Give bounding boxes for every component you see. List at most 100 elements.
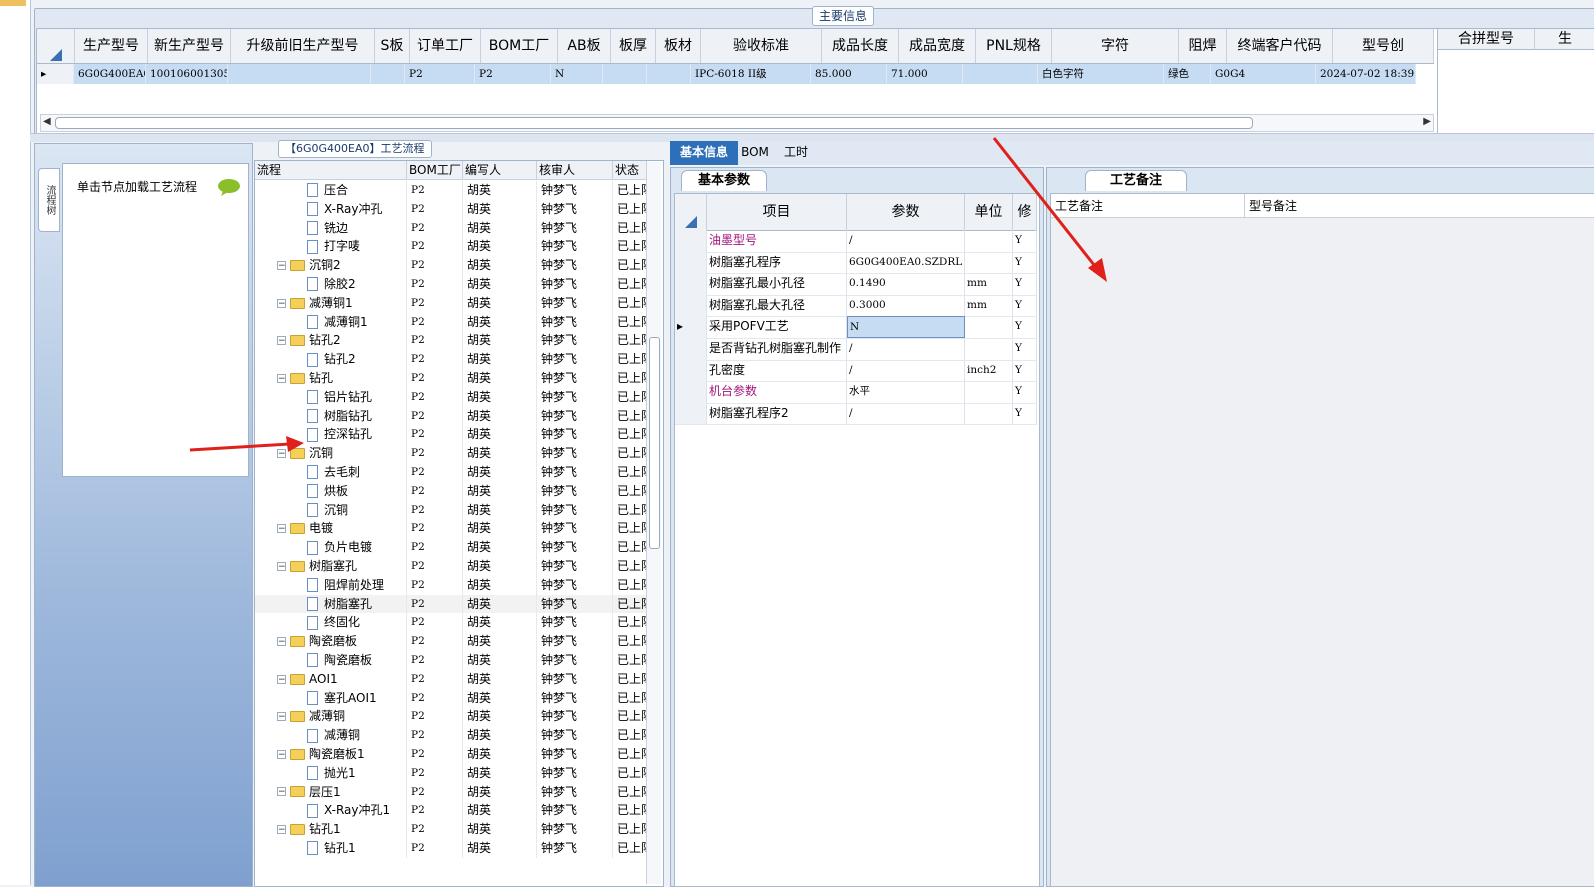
param-cell-value[interactable]: / bbox=[847, 230, 965, 252]
tree-node[interactable]: 烘板 bbox=[255, 481, 407, 501]
process-tree-vscrollbar[interactable] bbox=[646, 162, 661, 884]
tree-row[interactable]: 控深钻孔 P2胡英钟梦飞已上际 bbox=[255, 425, 647, 445]
tree-row[interactable]: −沉铜P2胡英钟梦飞已上际 bbox=[255, 444, 647, 463]
param-row[interactable]: 油墨型号 / Y bbox=[675, 230, 1037, 253]
param-row[interactable]: 树脂塞孔程序 6G0G400EA0.SZDRL Y bbox=[675, 251, 1037, 275]
main-info-cell-8[interactable] bbox=[647, 64, 691, 84]
scroll-left-icon[interactable]: ◀ bbox=[43, 116, 51, 127]
param-row[interactable]: 机台参数 水平 Y bbox=[675, 381, 1037, 404]
main-info-col-12[interactable]: PNL规格 bbox=[976, 29, 1052, 63]
row-selector[interactable] bbox=[675, 251, 707, 274]
param-row[interactable]: 孔密度 / inch2 Y bbox=[675, 359, 1037, 383]
tree-row[interactable]: − 层压1 P2胡英钟梦飞已上际 bbox=[255, 782, 647, 802]
tree-node[interactable]: − 钻孔1 bbox=[255, 820, 407, 839]
param-row[interactable]: 树脂塞孔最大孔径 0.3000 mm Y bbox=[675, 294, 1037, 318]
main-info-cell-2[interactable] bbox=[228, 64, 371, 84]
tree-node[interactable]: 铣边 bbox=[255, 218, 407, 238]
param-row[interactable]: ▸ 采用POFV工艺 N Y bbox=[675, 316, 1037, 339]
tree-node[interactable]: 阻焊前处理 bbox=[255, 575, 407, 595]
row-pointer-icon[interactable]: ▸ bbox=[675, 316, 707, 338]
tree-col-1[interactable]: BOM工厂 bbox=[407, 161, 463, 179]
main-info-cell-6[interactable]: N bbox=[551, 64, 603, 84]
param-col-0[interactable]: 项目 bbox=[707, 194, 847, 230]
expand-collapse-icon[interactable]: − bbox=[277, 637, 286, 647]
tree-node[interactable]: − 减薄铜 bbox=[255, 707, 407, 727]
tree-node[interactable]: 除胶2 bbox=[255, 275, 407, 294]
expand-collapse-icon[interactable]: − bbox=[277, 825, 286, 835]
main-info-cell-11[interactable]: 71.000 bbox=[887, 64, 963, 84]
expand-collapse-icon[interactable]: − bbox=[277, 787, 286, 797]
tree-node[interactable]: 抛光1 bbox=[255, 763, 407, 783]
main-info-row[interactable]: ▸6G0G400EA010010600130586P2P2NIPC-6018 I… bbox=[37, 64, 1416, 84]
tree-row[interactable]: 树脂钻孔 P2胡英钟梦飞已上际 bbox=[255, 406, 647, 426]
expand-collapse-icon[interactable]: − bbox=[277, 712, 286, 722]
tree-node[interactable]: X-Ray冲孔1 bbox=[255, 801, 407, 821]
main-info-col-11[interactable]: 成品宽度 bbox=[899, 29, 976, 63]
expand-collapse-icon[interactable]: − bbox=[277, 749, 286, 759]
tree-node[interactable]: 负片电镀 bbox=[255, 538, 407, 557]
tree-row[interactable]: − 树脂塞孔 P2胡英钟梦飞已上际 bbox=[255, 557, 647, 576]
flow-tree-vertical-tab[interactable]: 流程树 bbox=[38, 168, 60, 232]
merge-model-header[interactable]: 合拼型号 bbox=[1438, 29, 1535, 50]
tree-node[interactable]: 沉铜 bbox=[255, 500, 407, 520]
tree-node[interactable]: − 陶瓷磨板 bbox=[255, 632, 407, 651]
tab-work-hours[interactable]: 工时 bbox=[778, 141, 814, 165]
tree-col-2[interactable]: 编写人 bbox=[463, 161, 537, 179]
expand-collapse-icon[interactable]: − bbox=[277, 561, 286, 571]
tree-node[interactable]: 铝片钻孔 bbox=[255, 387, 407, 407]
tree-node[interactable]: X-Ray冲孔 bbox=[255, 199, 407, 219]
tab-basic-params[interactable]: 基本参数 bbox=[681, 170, 767, 191]
tree-row[interactable]: 铝片钻孔 P2胡英钟梦飞已上际 bbox=[255, 387, 647, 407]
tree-row[interactable]: − 陶瓷磨板 P2胡英钟梦飞已上际 bbox=[255, 632, 647, 651]
expand-collapse-icon[interactable]: − bbox=[277, 336, 286, 346]
main-info-col-0[interactable]: 生产型号 bbox=[75, 29, 148, 63]
tree-row[interactable]: 铣边 P2胡英钟梦飞已上际 bbox=[255, 218, 647, 238]
tree-row[interactable]: 减薄铜 P2胡英钟梦飞已上际 bbox=[255, 726, 647, 745]
tree-node[interactable]: − 沉铜2 bbox=[255, 256, 407, 275]
main-info-col-3[interactable]: S板 bbox=[375, 29, 410, 63]
param-row[interactable]: 树脂塞孔程序2/ Y bbox=[675, 402, 1037, 426]
param-cell-value[interactable]: / bbox=[847, 402, 965, 425]
tree-row[interactable]: 陶瓷磨板 P2胡英钟梦飞已上际 bbox=[255, 651, 647, 670]
main-info-col-13[interactable]: 字符 bbox=[1052, 29, 1179, 63]
tree-row[interactable]: 抛光1 P2胡英钟梦飞已上际 bbox=[255, 763, 647, 783]
main-info-cell-5[interactable]: P2 bbox=[475, 64, 551, 84]
tree-row[interactable]: − 电镀 P2胡英钟梦飞已上际 bbox=[255, 519, 647, 539]
model-note-header[interactable]: 型号备注 bbox=[1245, 194, 1594, 218]
tree-row[interactable]: − 沉铜2 P2胡英钟梦飞已上际 bbox=[255, 256, 647, 275]
main-info-cell-13[interactable]: 白色字符 bbox=[1038, 64, 1164, 84]
row-selector[interactable] bbox=[675, 338, 707, 360]
tree-node[interactable]: − 减薄铜1 bbox=[255, 293, 407, 313]
tree-row[interactable]: 沉铜 P2胡英钟梦飞已上际 bbox=[255, 500, 647, 520]
tree-node[interactable]: 陶瓷磨板 bbox=[255, 651, 407, 670]
param-cell-value[interactable]: / bbox=[847, 338, 965, 360]
main-info-col-14[interactable]: 阻焊 bbox=[1179, 29, 1227, 63]
tree-row[interactable]: 压合 P2胡英钟梦飞已上际 bbox=[255, 181, 647, 200]
expand-collapse-icon[interactable]: − bbox=[277, 298, 286, 308]
main-info-cell-4[interactable]: P2 bbox=[405, 64, 475, 84]
tree-node[interactable]: 树脂塞孔 bbox=[255, 594, 407, 614]
main-info-col-16[interactable]: 型号创 bbox=[1333, 29, 1434, 63]
tree-node[interactable]: − AOI1 bbox=[255, 669, 407, 689]
tree-row[interactable]: 打字唛 P2胡英钟梦飞已上际 bbox=[255, 237, 647, 257]
param-cell-value[interactable]: 水平 bbox=[847, 381, 965, 403]
param-cell-value[interactable]: N bbox=[847, 316, 965, 338]
main-info-col-8[interactable]: 板材 bbox=[656, 29, 701, 63]
tree-node[interactable]: − 陶瓷磨板1 bbox=[255, 745, 407, 764]
main-info-cell-1[interactable]: 10010600130586 bbox=[146, 64, 228, 84]
tree-node[interactable]: 减薄铜 bbox=[255, 726, 407, 745]
tree-row[interactable]: 去毛刺 P2胡英钟梦飞已上际 bbox=[255, 463, 647, 482]
expand-collapse-icon[interactable]: − bbox=[277, 524, 286, 534]
tree-row[interactable]: − 陶瓷磨板1 P2胡英钟梦飞已上际 bbox=[255, 745, 647, 764]
tree-row[interactable]: 阻焊前处理 P2胡英钟梦飞已上际 bbox=[255, 575, 647, 595]
main-info-cell-14[interactable]: 绿色 bbox=[1164, 64, 1211, 84]
main-info-col-7[interactable]: 板厚 bbox=[611, 29, 656, 63]
tree-node[interactable]: − 层压1 bbox=[255, 782, 407, 802]
main-info-col-10[interactable]: 成品长度 bbox=[822, 29, 899, 63]
tree-node[interactable]: − 树脂塞孔 bbox=[255, 557, 407, 576]
expand-collapse-icon[interactable]: − bbox=[277, 261, 286, 271]
tree-row[interactable]: 除胶2 P2胡英钟梦飞已上际 bbox=[255, 275, 647, 294]
param-row[interactable]: 树脂塞孔最小孔径 0.1490 mm Y bbox=[675, 273, 1037, 296]
row-selector[interactable] bbox=[675, 230, 707, 252]
main-info-col-2[interactable]: 升级前旧生产型号 bbox=[231, 29, 375, 63]
